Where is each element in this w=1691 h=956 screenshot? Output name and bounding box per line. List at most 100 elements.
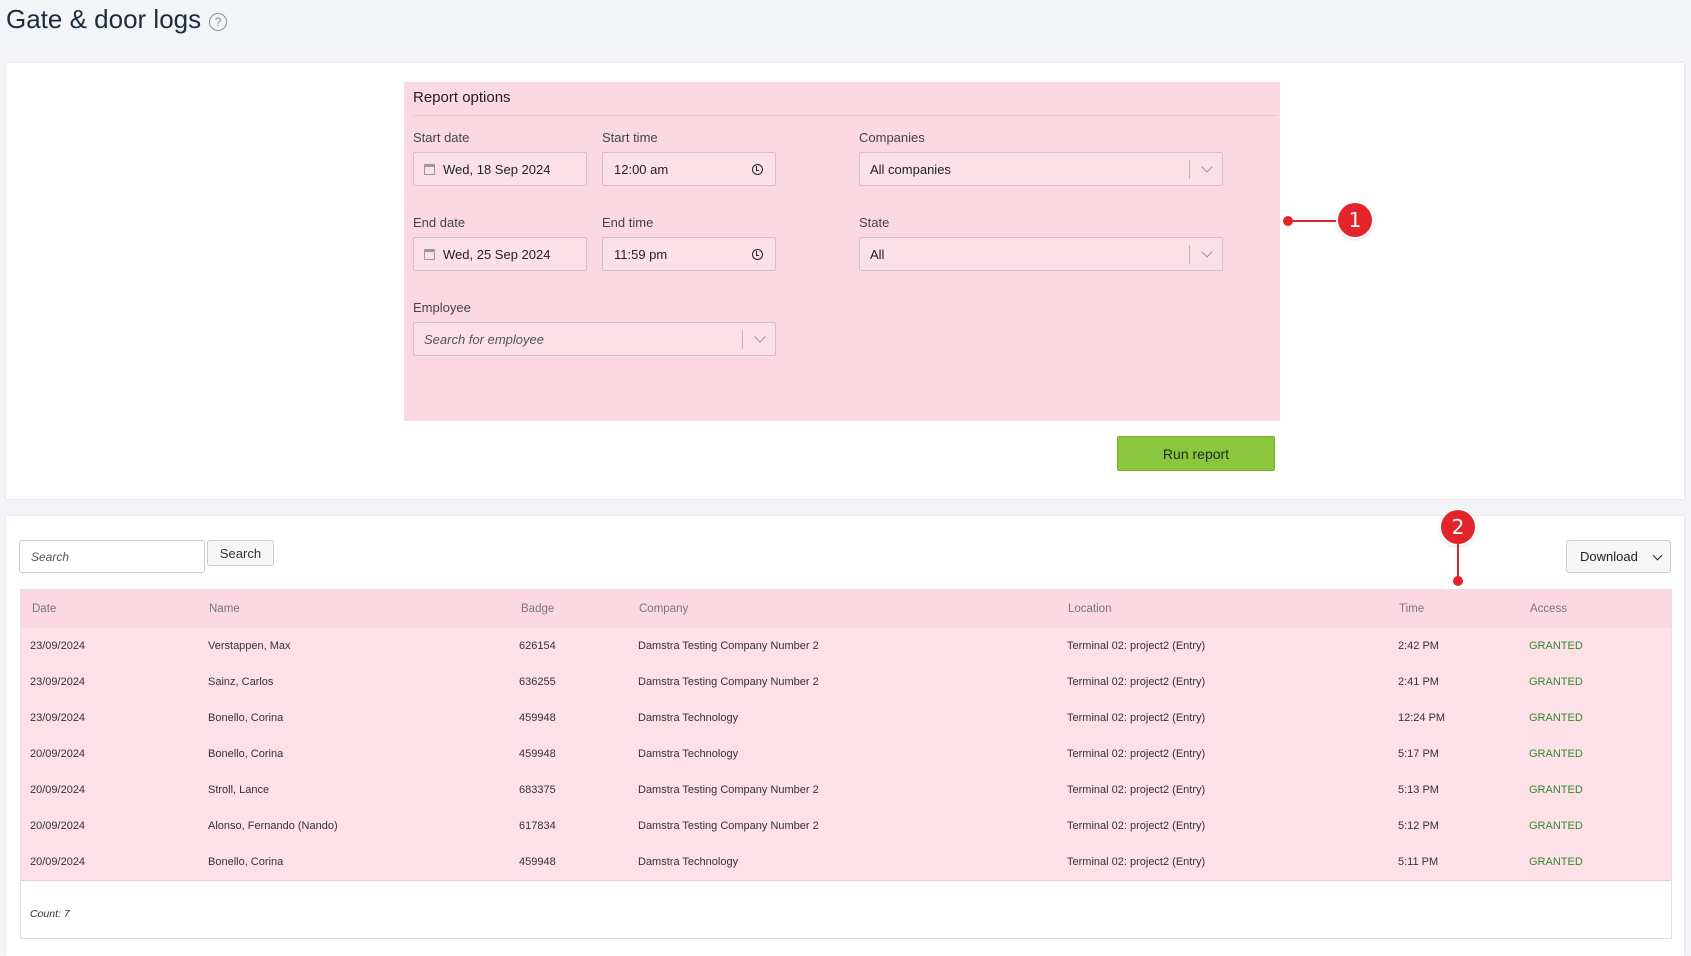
cell-time: 5:17 PM: [1398, 748, 1439, 760]
cell-badge: 617834: [519, 820, 556, 832]
table-row[interactable]: 20/09/2024 Stroll, Lance 683375 Damstra …: [21, 772, 1671, 809]
page-title: Gate & door logs: [6, 4, 202, 34]
clock-icon: [752, 248, 763, 260]
cell-name: Verstappen, Max: [208, 640, 291, 652]
search-button[interactable]: Search: [207, 540, 274, 566]
cell-time: 5:11 PM: [1398, 856, 1439, 868]
companies-select[interactable]: All companies: [859, 152, 1223, 186]
table-row[interactable]: 23/09/2024 Verstappen, Max 626154 Damstr…: [21, 628, 1671, 665]
cell-name: Sainz, Carlos: [208, 676, 274, 688]
cell-date: 20/09/2024: [30, 856, 86, 868]
cell-badge: 459948: [519, 748, 556, 760]
table-row[interactable]: 20/09/2024 Bonello, Corina 459948 Damstr…: [21, 736, 1671, 773]
cell-company: Damstra Testing Company Number 2: [638, 784, 819, 796]
report-options-title: Report options: [413, 89, 1276, 116]
cell-location: Terminal 02: project2 (Entry): [1067, 712, 1206, 724]
state-value: All: [870, 246, 885, 262]
cell-date: 23/09/2024: [30, 676, 86, 688]
cell-date: 23/09/2024: [30, 712, 86, 724]
cell-badge: 636255: [519, 676, 556, 688]
cell-name: Bonello, Corina: [208, 712, 284, 724]
table-row[interactable]: 23/09/2024 Bonello, Corina 459948 Damstr…: [21, 700, 1671, 737]
chevron-down-icon[interactable]: [754, 331, 766, 343]
cell-time: 12:24 PM: [1398, 712, 1446, 724]
table-row[interactable]: 23/09/2024 Sainz, Carlos 636255 Damstra …: [21, 664, 1671, 701]
table-row[interactable]: 20/09/2024 Bonello, Corina 459948 Damstr…: [21, 844, 1671, 881]
cell-location: Terminal 02: project2 (Entry): [1067, 640, 1206, 652]
start-time-field[interactable]: 12:00 am: [602, 152, 776, 186]
marker-2-anchor: [1453, 576, 1463, 586]
cell-date: 20/09/2024: [30, 784, 86, 796]
end-date-value: Wed, 25 Sep 2024: [443, 246, 551, 262]
start-date-label: Start date: [413, 130, 470, 145]
cell-date: 23/09/2024: [30, 640, 86, 652]
download-select[interactable]: Download: [1566, 540, 1671, 573]
cell-company: Damstra Technology: [638, 748, 739, 760]
cell-access: GRANTED: [1529, 820, 1583, 832]
cell-location: Terminal 02: project2 (Entry): [1067, 676, 1206, 688]
end-date-label: End date: [413, 215, 466, 230]
start-date-field[interactable]: Wed, 18 Sep 2024: [413, 152, 587, 186]
report-options-panel: Report options Start date Wed, 18 Sep 20…: [404, 82, 1280, 421]
column-header-access[interactable]: Access: [1530, 590, 1567, 628]
column-header-date[interactable]: Date: [32, 590, 56, 628]
cell-location: Terminal 02: project2 (Entry): [1067, 748, 1206, 760]
column-header-company[interactable]: Company: [639, 590, 688, 628]
download-label: Download: [1580, 549, 1638, 564]
report-options-card: Report options Start date Wed, 18 Sep 20…: [6, 63, 1684, 499]
cell-badge: 626154: [519, 640, 556, 652]
marker-2-line: [1457, 544, 1459, 580]
cell-access: GRANTED: [1529, 640, 1583, 652]
chevron-down-icon[interactable]: [1201, 161, 1213, 173]
cell-access: GRANTED: [1529, 676, 1583, 688]
select-separator: [1189, 245, 1190, 264]
companies-label: Companies: [859, 130, 925, 145]
results-card: Search Search Download Date Name Badge C…: [6, 516, 1684, 956]
run-report-button[interactable]: Run report: [1117, 436, 1275, 471]
cell-access: GRANTED: [1529, 712, 1583, 724]
column-header-name[interactable]: Name: [209, 590, 240, 628]
table-row[interactable]: 20/09/2024 Alonso, Fernando (Nando) 6178…: [21, 808, 1671, 845]
cell-name: Bonello, Corina: [208, 748, 284, 760]
cell-name: Bonello, Corina: [208, 856, 284, 868]
employee-label: Employee: [413, 300, 471, 315]
cell-location: Terminal 02: project2 (Entry): [1067, 820, 1206, 832]
chevron-down-icon: [1652, 550, 1663, 561]
cell-name: Alonso, Fernando (Nando): [208, 820, 338, 832]
cell-time: 2:42 PM: [1398, 640, 1439, 652]
cell-company: Damstra Technology: [638, 856, 739, 868]
cell-time: 5:12 PM: [1398, 820, 1439, 832]
marker-1-line: [1290, 220, 1338, 222]
end-date-field[interactable]: Wed, 25 Sep 2024: [413, 237, 587, 271]
column-header-time[interactable]: Time: [1399, 590, 1424, 628]
cell-location: Terminal 02: project2 (Entry): [1067, 784, 1206, 796]
start-time-value: 12:00 am: [614, 161, 669, 177]
search-input[interactable]: Search: [19, 540, 205, 573]
chevron-down-icon[interactable]: [1201, 246, 1213, 258]
cell-badge: 459948: [519, 712, 556, 724]
cell-access: GRANTED: [1529, 784, 1583, 796]
cell-name: Stroll, Lance: [208, 784, 270, 796]
column-header-location[interactable]: Location: [1068, 590, 1111, 628]
cell-location: Terminal 02: project2 (Entry): [1067, 856, 1206, 868]
companies-value: All companies: [870, 161, 951, 177]
row-count: Count: 7: [30, 908, 70, 920]
cell-date: 20/09/2024: [30, 820, 86, 832]
cell-badge: 459948: [519, 856, 556, 868]
help-icon[interactable]: ?: [209, 12, 228, 31]
column-header-badge[interactable]: Badge: [521, 590, 554, 628]
employee-placeholder: Search for employee: [424, 331, 544, 347]
cell-company: Damstra Testing Company Number 2: [638, 640, 819, 652]
select-separator: [1189, 160, 1190, 179]
start-time-label: Start time: [602, 130, 658, 145]
end-time-value: 11:59 pm: [614, 246, 668, 262]
end-time-label: End time: [602, 215, 654, 230]
state-label: State: [859, 215, 890, 230]
cell-badge: 683375: [519, 784, 556, 796]
select-separator: [742, 330, 743, 349]
cell-company: Damstra Testing Company Number 2: [638, 820, 819, 832]
end-time-field[interactable]: 11:59 pm: [602, 237, 776, 271]
state-select[interactable]: All: [859, 237, 1223, 271]
employee-search-select[interactable]: Search for employee: [413, 322, 776, 356]
table-header: Date Name Badge Company Location Time Ac…: [21, 590, 1671, 629]
